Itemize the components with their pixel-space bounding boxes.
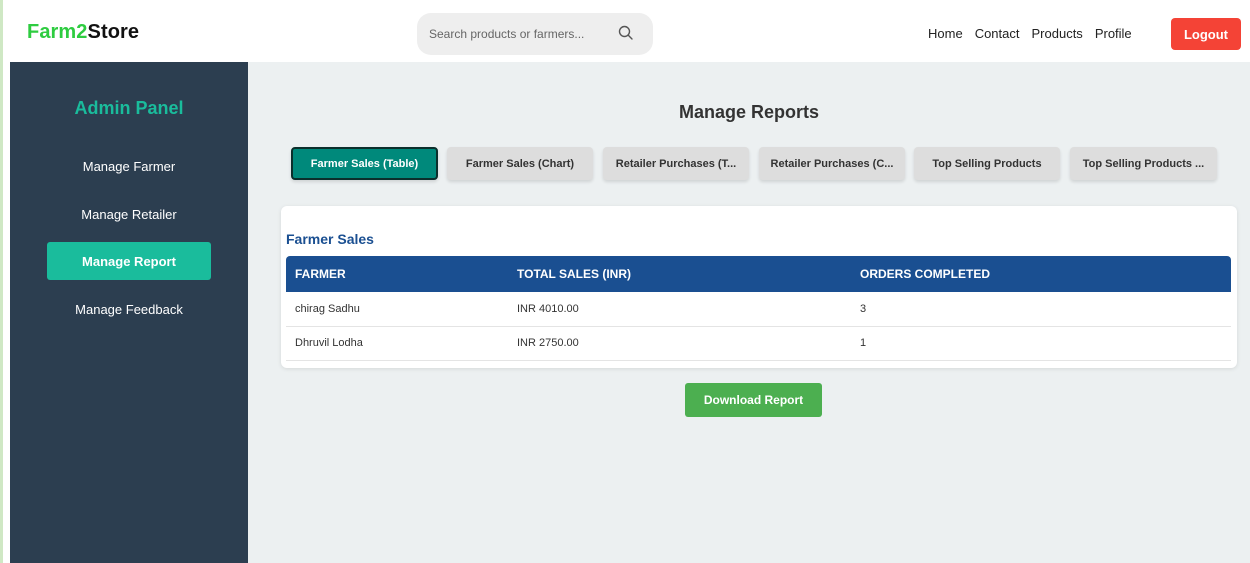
download-report-button[interactable]: Download Report — [685, 383, 822, 417]
report-card: Farmer Sales FARMER TOTAL SALES (INR) OR… — [281, 206, 1237, 368]
farmer-sales-table: FARMER TOTAL SALES (INR) ORDERS COMPLETE… — [286, 256, 1231, 361]
brand-logo-part1: Farm2 — [27, 21, 88, 43]
nav-home-link[interactable]: Home — [928, 26, 963, 41]
cell-total-sales: INR 2750.00 — [508, 326, 851, 361]
column-header-farmer: FARMER — [295, 267, 346, 281]
brand-logo-part2: Store — [87, 21, 140, 43]
sidebar-item-manage-retailer[interactable]: Manage Retailer — [47, 195, 211, 233]
sidebar-title: Admin Panel — [74, 98, 184, 118]
table-header-row: FARMER TOTAL SALES (INR) ORDERS COMPLETE… — [286, 256, 1231, 292]
table-row: chirag Sadhu INR 4010.00 3 — [286, 292, 1231, 327]
sidebar-item-manage-farmer[interactable]: Manage Farmer — [47, 147, 211, 185]
cell-orders-completed: 3 — [851, 292, 1231, 327]
nav-profile-link[interactable]: Profile — [1095, 26, 1132, 41]
nav-products-link[interactable]: Products — [1032, 26, 1083, 41]
cell-orders-completed: 1 — [851, 326, 1231, 361]
admin-sidebar: Admin Panel Manage Farmer Manage Retaile… — [10, 62, 248, 563]
tab-top-selling-products[interactable]: Top Selling Products — [914, 147, 1060, 180]
cell-farmer: Dhruvil Lodha — [286, 326, 508, 361]
search-input[interactable] — [429, 27, 607, 41]
tab-farmer-sales-chart[interactable]: Farmer Sales (Chart) — [447, 147, 593, 180]
column-header-total-sales: TOTAL SALES (INR) — [517, 267, 631, 281]
tab-farmer-sales-table[interactable]: Farmer Sales (Table) — [291, 147, 438, 180]
nav-contact-link[interactable]: Contact — [975, 26, 1020, 41]
search-icon[interactable] — [617, 24, 635, 42]
top-navbar: Farm2Store Home Contact Products Profile… — [10, 0, 1250, 62]
table-row: Dhruvil Lodha INR 2750.00 1 — [286, 326, 1231, 361]
search-bar — [417, 13, 653, 55]
tab-retailer-purchases-table[interactable]: Retailer Purchases (T... — [603, 147, 749, 180]
nav-links: Home Contact Products Profile — [928, 26, 1144, 41]
tab-top-selling-products-chart[interactable]: Top Selling Products ... — [1070, 147, 1217, 180]
brand-logo[interactable]: Farm2Store — [27, 22, 139, 42]
logout-button[interactable]: Logout — [1171, 18, 1241, 50]
left-edge-strip — [0, 0, 10, 563]
sidebar-item-manage-feedback[interactable]: Manage Feedback — [47, 290, 211, 328]
sidebar-item-manage-report[interactable]: Manage Report — [47, 242, 211, 280]
main-content: Manage Reports Farmer Sales (Table) Farm… — [248, 62, 1250, 563]
report-section-title: Farmer Sales — [286, 231, 374, 247]
cell-total-sales: INR 4010.00 — [508, 292, 851, 327]
tab-retailer-purchases-chart[interactable]: Retailer Purchases (C... — [759, 147, 905, 180]
page-title: Manage Reports — [678, 102, 820, 122]
cell-farmer: chirag Sadhu — [286, 292, 508, 327]
column-header-orders-completed: ORDERS COMPLETED — [860, 267, 991, 281]
